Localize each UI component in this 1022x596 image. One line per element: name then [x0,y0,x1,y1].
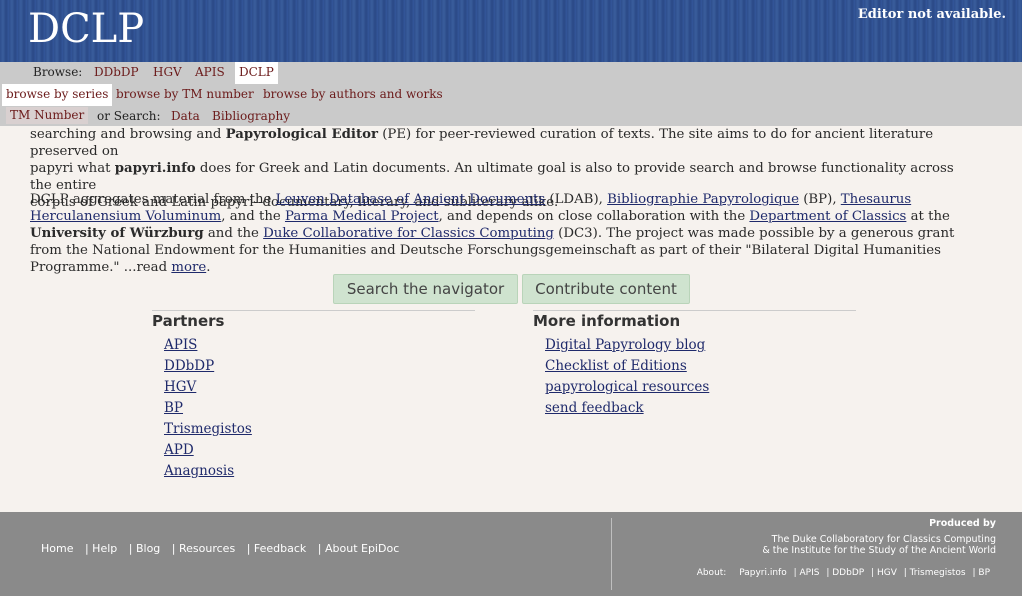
partners-title: Partners [152,312,225,330]
footer-help[interactable]: | Help [85,542,117,555]
footer-feedback[interactable]: | Feedback [247,542,307,555]
nav-dclp[interactable]: DCLP [235,62,278,84]
footer-links: Home | Help | Blog | Resources | Feedbac… [41,542,407,555]
text: (LDAB), [545,192,608,207]
site-banner: DCLP Editor not available. [0,0,1022,62]
pmp-link[interactable]: Parma Medical Project [285,209,439,224]
text: , and the [221,209,285,224]
browse-sub-nav: browse by series browse by TM number bro… [0,84,1022,106]
search-label: or Search: [97,109,161,123]
text: , and depends on close collaboration wit… [438,209,750,224]
text: searching and browsing and [30,127,226,142]
papyri-term: papyri.info [114,161,196,176]
info-papyrological-resources[interactable]: papyrological resources [545,379,709,395]
nav-ddbdp[interactable]: DDbDP [94,65,139,79]
about-ddbdp[interactable]: | DDbDP [826,568,864,578]
browse-by-tm-number[interactable]: browse by TM number [116,87,254,101]
search-navigator-button[interactable]: Search the navigator [333,274,518,304]
search-data[interactable]: Data [171,109,200,123]
partner-trismegistos[interactable]: Trismegistos [164,421,252,437]
partner-hgv[interactable]: HGV [164,379,196,395]
intro-paragraph-2: DCLP aggregates material from the Leuven… [30,191,975,276]
pe-term: Papyrological Editor [225,127,378,142]
editor-status: Editor not available. [857,7,1006,22]
partner-apis[interactable]: APIS [164,337,197,353]
info-checklist-editions[interactable]: Checklist of Editions [545,358,687,374]
partner-ddbdp[interactable]: DDbDP [164,358,214,374]
dept-classics-link[interactable]: Department of Classics [749,209,906,224]
produced-by-label: Produced by [929,518,996,529]
text: papyri what [30,161,115,176]
search-bibliography[interactable]: Bibliography [212,109,290,123]
about-papyri-info[interactable]: Papyri.info [739,568,787,578]
bp-link[interactable]: Bibliographie Papyrologique [607,192,799,207]
duke-line[interactable]: The Duke Collaboratory for Classics Comp… [762,534,996,545]
browse-by-authors-works[interactable]: browse by authors and works [263,87,443,101]
site-logo[interactable]: DCLP [28,6,144,52]
nav-hgv[interactable]: HGV [153,65,182,79]
info-send-feedback[interactable]: send feedback [545,400,644,416]
text: DCLP aggregates material from the [30,192,276,207]
partner-bp[interactable]: BP [164,400,183,416]
uw-name: University of Würzburg [30,226,204,241]
search-nav: TM Number or Search: Data Bibliography [0,106,1022,126]
partner-anagnosis[interactable]: Anagnosis [164,463,234,479]
partner-apd[interactable]: APD [164,442,194,458]
footer-home[interactable]: Home [41,542,73,555]
text: and the [203,226,264,241]
nav-apis[interactable]: APIS [195,65,225,79]
isaw-line[interactable]: & the Institute for the Study of the Anc… [762,545,996,556]
main-content: searching and browsing and Papyrological… [0,126,1022,512]
info-digital-papyrology-blog[interactable]: Digital Papyrology blog [545,337,705,353]
dc3-link[interactable]: Duke Collaborative for Classics Computin… [263,226,554,241]
footer-blog[interactable]: | Blog [129,542,161,555]
producer-names: The Duke Collaboratory for Classics Comp… [762,534,996,556]
site-footer: Home | Help | Blog | Resources | Feedbac… [0,512,1022,596]
tm-number-link[interactable]: TM Number [6,107,89,124]
browse-label: Browse: [33,65,83,79]
contribute-content-button[interactable]: Contribute content [522,274,690,304]
about-bp[interactable]: | BP [973,568,991,578]
more-info-rule [533,310,856,311]
text: . [206,260,211,275]
about-label: About: [696,568,727,578]
footer-about-epidoc[interactable]: | About EpiDoc [318,542,399,555]
about-trismegistos[interactable]: | Trismegistos [904,568,966,578]
read-more-link[interactable]: more [171,260,206,275]
about-apis[interactable]: | APIS [794,568,820,578]
text: (BP), [799,192,841,207]
partners-rule [152,310,475,311]
footer-resources[interactable]: | Resources [172,542,235,555]
browse-nav: Browse: DDbDP HGV APIS DCLP [0,62,1022,84]
text: at the [906,209,950,224]
footer-divider [611,518,612,590]
about-hgv[interactable]: | HGV [871,568,897,578]
browse-by-series[interactable]: browse by series [2,84,113,106]
about-links: About: Papyri.info | APIS | DDbDP | HGV … [697,568,994,578]
more-info-title: More information [533,312,681,330]
ldab-link[interactable]: Leuven Database of Ancient Documents [276,192,546,207]
